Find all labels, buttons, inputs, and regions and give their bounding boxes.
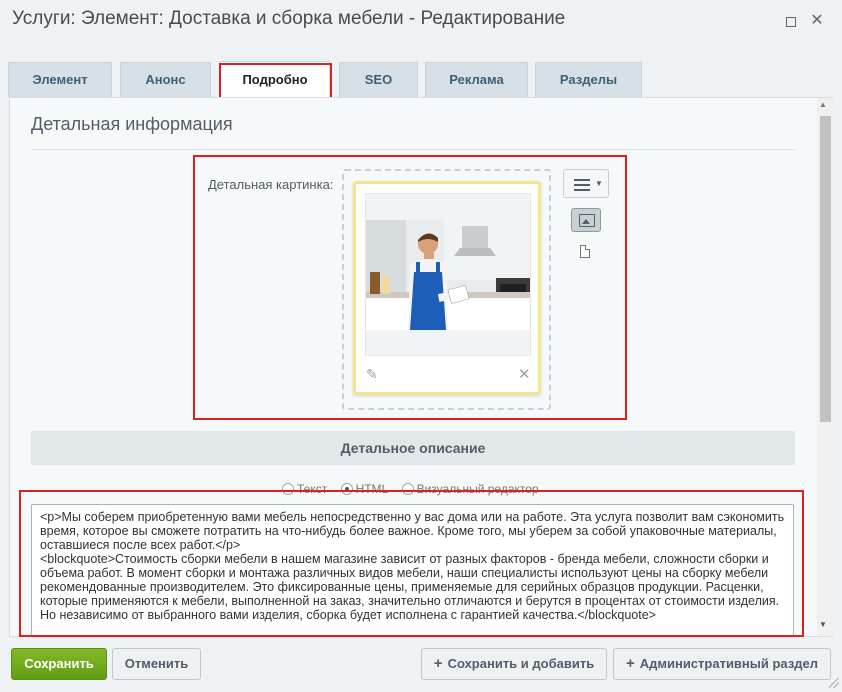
tab-announce[interactable]: Анонс bbox=[120, 62, 211, 97]
detail-picture-label: Детальная картинка: bbox=[208, 177, 334, 192]
tab-seo[interactable]: SEO bbox=[339, 62, 418, 97]
scroll-down-arrow-icon[interactable]: ▼ bbox=[819, 620, 827, 629]
save-and-add-button[interactable]: + Сохранить и добавить bbox=[421, 648, 607, 680]
picture-frame bbox=[365, 193, 531, 356]
detail-description-header: Детальное описание bbox=[31, 431, 795, 465]
scroll-up-arrow-icon[interactable]: ▲ bbox=[819, 100, 827, 109]
window-titlebar: Услуги: Элемент: Доставка и сборка мебел… bbox=[0, 0, 842, 46]
hamburger-menu-icon bbox=[574, 179, 590, 194]
description-textarea[interactable]: <p>Мы соберем приобретенную вами мебель … bbox=[31, 504, 794, 636]
resize-grip-icon[interactable] bbox=[829, 678, 839, 688]
radio-dot-icon bbox=[340, 483, 353, 495]
mode-visual-radio[interactable]: Визуальный редактор bbox=[401, 482, 539, 496]
image-icon[interactable] bbox=[571, 208, 601, 232]
mode-html-label: HTML bbox=[355, 482, 389, 496]
edit-pencil-icon[interactable]: ✎ bbox=[366, 366, 378, 383]
tab-advertising[interactable]: Реклама bbox=[425, 62, 528, 97]
delete-x-icon[interactable]: ✕ bbox=[518, 365, 531, 383]
chevron-down-icon: ▼ bbox=[595, 179, 603, 188]
footer-bar: Сохранить Отменить + Сохранить и добавить… bbox=[0, 638, 842, 692]
content-panel: Детальная информация Детальная картинка: bbox=[9, 97, 833, 637]
cancel-button[interactable]: Отменить bbox=[112, 648, 201, 680]
tab-details[interactable]: Подробно bbox=[220, 61, 330, 97]
radio-dot-icon bbox=[282, 483, 294, 495]
plus-icon: + bbox=[433, 655, 443, 672]
file-icon[interactable] bbox=[580, 245, 590, 258]
save-button[interactable]: Сохранить bbox=[11, 648, 107, 680]
plus-icon: + bbox=[625, 655, 635, 672]
mode-html-radio[interactable]: HTML bbox=[340, 482, 389, 496]
picture-menu-button[interactable]: ▼ bbox=[563, 169, 609, 198]
mode-text-label: Текст bbox=[297, 482, 328, 496]
maximize-icon[interactable] bbox=[781, 12, 799, 30]
tab-element[interactable]: Элемент bbox=[8, 62, 112, 97]
mode-visual-label: Визуальный редактор bbox=[416, 482, 539, 496]
worker-photo bbox=[366, 220, 530, 330]
picture-preview-card[interactable]: ✎ ✕ bbox=[353, 181, 541, 395]
save-and-add-label: Сохранить и добавить bbox=[447, 656, 595, 671]
editor-mode-switch: Текст HTML Визуальный редактор bbox=[282, 482, 549, 496]
radio-dot-icon bbox=[401, 483, 414, 495]
section-title: Детальная информация bbox=[31, 114, 233, 134]
admin-section-button[interactable]: + Административный раздел bbox=[613, 648, 831, 680]
section-divider bbox=[31, 149, 795, 150]
mode-text-radio[interactable]: Текст bbox=[282, 482, 327, 496]
admin-section-label: Административный раздел bbox=[639, 656, 819, 671]
window-title: Услуги: Элемент: Доставка и сборка мебел… bbox=[12, 8, 566, 29]
tab-sections[interactable]: Разделы bbox=[535, 62, 642, 97]
close-icon[interactable]: ✕ bbox=[808, 12, 826, 30]
scrollbar-thumb[interactable] bbox=[820, 116, 831, 422]
